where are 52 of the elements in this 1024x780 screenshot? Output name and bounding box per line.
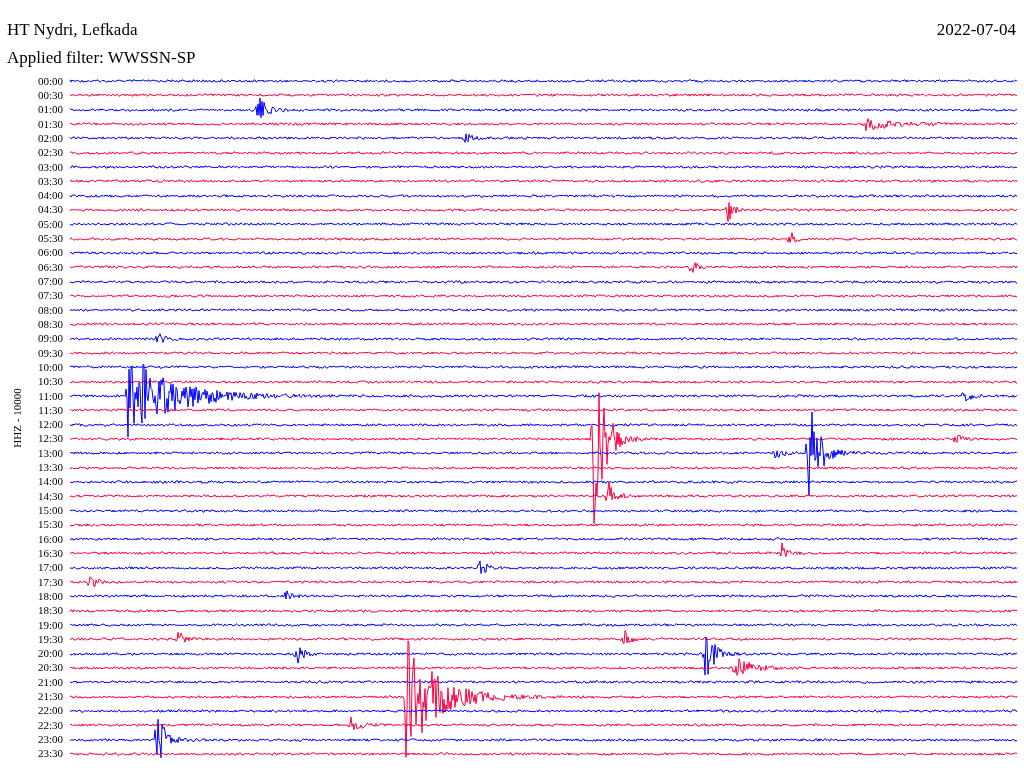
time-label: 12:30 [36,433,63,445]
time-label: 06:30 [36,261,63,273]
time-label: 22:00 [36,705,63,717]
time-label: 02:00 [36,132,63,144]
time-label: 03:30 [36,175,63,187]
time-label: 21:30 [36,691,63,703]
time-label: 11:30 [37,404,63,416]
time-label: 01:00 [36,104,63,116]
time-label: 01:30 [36,118,63,130]
time-label: 22:30 [36,719,63,731]
time-label: 19:30 [36,633,63,645]
time-label: 00:30 [36,89,63,101]
time-label: 10:30 [36,376,63,388]
time-label: 12:00 [36,419,63,431]
station-title: HT Nydri, Lefkada [7,20,138,40]
time-label: 08:00 [36,304,63,316]
time-label: 03:00 [36,161,63,173]
time-label: 16:30 [36,547,63,559]
time-label: 00:00 [36,75,63,87]
time-label: 11:00 [37,390,63,402]
time-label: 15:30 [36,519,63,531]
time-label: 23:30 [36,748,63,760]
time-label: 04:00 [36,190,63,202]
time-label: 17:30 [36,576,63,588]
time-label: 14:00 [36,476,63,488]
filter-label: Applied filter: WWSSN-SP [7,48,197,68]
time-label: 10:00 [36,361,63,373]
time-label: 09:30 [36,347,63,359]
time-label: 07:00 [36,276,63,288]
time-label: 20:30 [36,662,63,674]
time-label: 16:00 [36,533,63,545]
time-label: 18:00 [36,590,63,602]
time-label: 05:00 [36,218,63,230]
time-label: 18:30 [36,605,63,617]
time-label: 17:00 [36,562,63,574]
time-label: 20:00 [36,648,63,660]
time-label: 06:00 [36,247,63,259]
time-label: 08:30 [36,318,63,330]
time-label: 04:30 [36,204,63,216]
time-label: 23:00 [36,734,63,746]
time-label: 13:00 [36,447,63,459]
time-label: 13:30 [36,462,63,474]
time-label: 09:00 [36,333,63,345]
date-label: 2022-07-04 [936,20,1016,40]
axis-label: HHZ - 10000 [11,387,23,448]
time-label: 15:00 [36,505,63,517]
time-label: 21:00 [36,676,63,688]
time-label: 14:30 [36,490,63,502]
time-label: 19:00 [36,619,63,631]
time-label: 07:30 [36,290,63,302]
time-label: 02:30 [36,147,63,159]
time-label: 05:30 [36,233,63,245]
